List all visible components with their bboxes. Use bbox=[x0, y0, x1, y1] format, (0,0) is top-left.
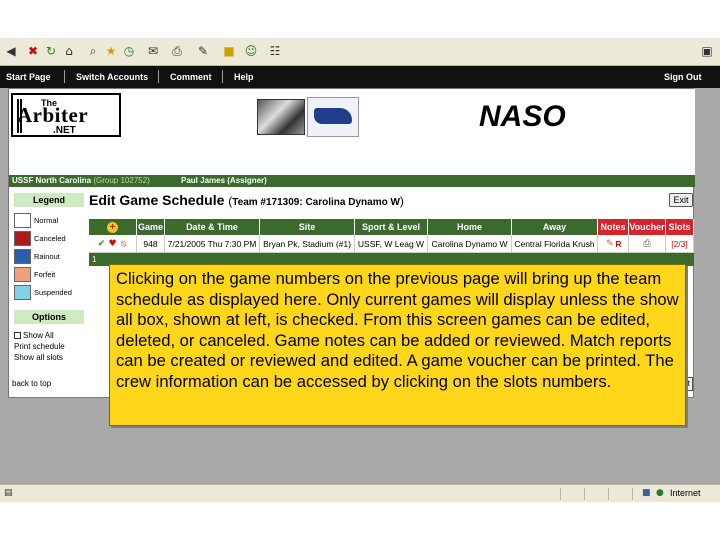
status-divider bbox=[584, 488, 585, 500]
security-zone: Internet bbox=[670, 488, 701, 498]
org-name: USSF North Carolina bbox=[12, 176, 92, 185]
edit-check-icon[interactable]: ✔ bbox=[97, 240, 106, 249]
legend-swatch bbox=[14, 213, 31, 228]
match-report-link[interactable]: R bbox=[615, 239, 621, 249]
col-home: Home bbox=[428, 219, 512, 235]
page-icon: ▤ bbox=[4, 488, 13, 498]
page-title-text: Edit Game Schedule bbox=[89, 192, 225, 208]
nav-separator bbox=[64, 70, 65, 83]
research-icon[interactable]: ☷ bbox=[268, 44, 282, 58]
account-strip: USSF North Carolina (Group 102752) Paul … bbox=[9, 175, 695, 187]
legend-label: Normal bbox=[34, 216, 59, 225]
state-map-image bbox=[307, 97, 359, 137]
edit-icon[interactable]: ✎ bbox=[196, 44, 210, 58]
col-sport-level: Sport & Level bbox=[355, 219, 428, 235]
team-info: (Team #171309: Carolina Dynamo W) bbox=[228, 194, 404, 208]
back-to-top-link[interactable]: back to top bbox=[12, 379, 51, 388]
browser-toolbar: ◀ ✖ ↻ ⌂ ⌕ ★ ◷ ✉ ⎙ ✎ ■ ☺ ☷ ▣ bbox=[0, 38, 720, 66]
col-slots: Slots bbox=[666, 219, 694, 235]
delete-icon[interactable]: ♥ bbox=[108, 240, 117, 249]
slots-link[interactable]: [2/3] bbox=[666, 235, 694, 253]
legend-swatch bbox=[14, 267, 31, 282]
back-icon[interactable]: ◀ bbox=[4, 44, 18, 58]
throbber-icon: ▣ bbox=[701, 44, 713, 58]
explanation-callout: Clicking on the game numbers on the prev… bbox=[109, 264, 686, 426]
soccer-photo bbox=[257, 99, 305, 135]
notes-icon[interactable]: ✎ bbox=[605, 240, 614, 249]
refresh-icon[interactable]: ↻ bbox=[44, 44, 58, 58]
mail-icon[interactable]: ✉ bbox=[146, 44, 160, 58]
comment-link[interactable]: Comment bbox=[170, 72, 212, 82]
close-icon[interactable]: ✖ bbox=[26, 44, 40, 58]
col-site: Site bbox=[260, 219, 355, 235]
legend-label: Forfeit bbox=[34, 270, 56, 279]
messenger-icon[interactable]: ☺ bbox=[244, 44, 258, 58]
top-nav: Start Page Switch Accounts Comment Help … bbox=[0, 66, 720, 88]
home-icon[interactable]: ⌂ bbox=[62, 44, 76, 58]
row-actions: ✔ ♥ ⦸ bbox=[89, 235, 137, 253]
start-page-link[interactable]: Start Page bbox=[6, 72, 51, 82]
cell-home: Carolina Dynamo W bbox=[428, 235, 512, 253]
show-all-checkbox[interactable] bbox=[14, 332, 21, 339]
legend-swatch bbox=[14, 285, 31, 300]
cell-sport-level: USSF, W Leag W bbox=[355, 235, 428, 253]
history-icon[interactable]: ◷ bbox=[122, 44, 136, 58]
print-voucher-icon[interactable]: ⎙ bbox=[643, 240, 652, 249]
globe-icon: ● bbox=[656, 488, 664, 498]
switch-accounts-link[interactable]: Switch Accounts bbox=[76, 72, 148, 82]
page-title: Edit Game Schedule (Team #171309: Caroli… bbox=[89, 192, 404, 208]
nav-separator bbox=[158, 70, 159, 83]
cell-voucher: ⎙ bbox=[629, 235, 666, 253]
cell-notes: ✎ R bbox=[598, 235, 629, 253]
show-all-option[interactable]: Show All bbox=[14, 331, 54, 340]
col-away: Away bbox=[512, 219, 598, 235]
help-link[interactable]: Help bbox=[234, 72, 254, 82]
search-icon[interactable]: ⌕ bbox=[86, 44, 100, 58]
favorites-icon[interactable]: ★ bbox=[104, 44, 118, 58]
status-divider bbox=[608, 488, 609, 500]
nav-separator bbox=[222, 70, 223, 83]
cell-site: Bryan Pk, Stadium (#1) bbox=[260, 235, 355, 253]
status-bar: ▤ ■ ● Internet bbox=[0, 484, 720, 502]
arbiter-logo[interactable]: The Arbiter .NET bbox=[11, 93, 121, 137]
lock-icon: ■ bbox=[642, 488, 651, 498]
col-game: Game bbox=[137, 219, 165, 235]
add-icon[interactable]: + bbox=[107, 222, 118, 234]
legend-swatch bbox=[14, 231, 31, 246]
logo-net-text: .NET bbox=[53, 125, 76, 136]
col-notes: Notes bbox=[598, 219, 629, 235]
site-banner: The Arbiter .NET NASO bbox=[9, 89, 695, 175]
legend-swatch bbox=[14, 249, 31, 264]
cancel-icon[interactable]: ⦸ bbox=[119, 240, 128, 249]
legend-label: Suspended bbox=[34, 288, 72, 297]
team-id: Team #171309: Carolina Dynamo W bbox=[232, 197, 400, 208]
col-datetime: Date & Time bbox=[165, 219, 260, 235]
cell-datetime: 7/21/2005 Thu 7:30 PM bbox=[165, 235, 260, 253]
naso-logo: NASO bbox=[479, 95, 589, 139]
show-all-label: Show All bbox=[23, 331, 54, 340]
legend-label: Rainout bbox=[34, 252, 60, 261]
options-header: Options bbox=[14, 310, 84, 324]
col-voucher: Voucher bbox=[629, 219, 666, 235]
print-schedule-link[interactable]: Print schedule bbox=[14, 342, 65, 351]
folder-icon[interactable]: ■ bbox=[222, 44, 236, 58]
show-all-slots-link[interactable]: Show all slots bbox=[14, 353, 63, 362]
print-icon[interactable]: ⎙ bbox=[170, 44, 184, 58]
exit-button[interactable]: Exit bbox=[669, 193, 693, 207]
add-game-header[interactable]: + bbox=[89, 219, 137, 235]
user-name: Paul James (Assigner) bbox=[181, 176, 267, 185]
game-number-link[interactable]: 948 bbox=[137, 235, 165, 253]
legend-label: Canceled bbox=[34, 234, 66, 243]
sign-out-link[interactable]: Sign Out bbox=[664, 72, 702, 82]
cell-away: Central Florida Krush bbox=[512, 235, 598, 253]
status-divider bbox=[632, 488, 633, 500]
legend-header: Legend bbox=[14, 193, 84, 207]
status-divider bbox=[560, 488, 561, 500]
group-id: (Group 102752) bbox=[93, 176, 150, 185]
